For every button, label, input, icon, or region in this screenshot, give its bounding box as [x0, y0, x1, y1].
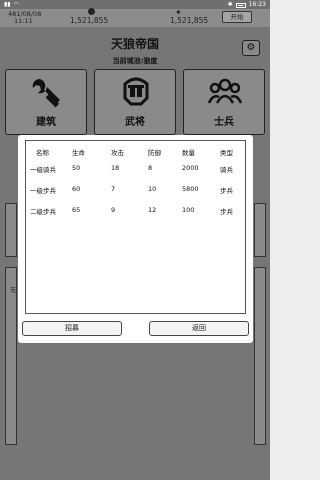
- right-log-edge: [254, 267, 266, 445]
- row-atk: 18: [111, 164, 120, 172]
- col-count: 数量: [182, 149, 195, 157]
- col-name: 名称: [36, 149, 49, 157]
- table-row[interactable]: 二级步兵 65 9 12 100 步兵: [26, 206, 245, 216]
- helmet-icon: [123, 77, 149, 106]
- soldier-dialog: 名称 生命 攻击 防御 数量 类型 一级骑兵 50 18 8 2000 骑兵 一…: [18, 135, 253, 343]
- card-building-label: 建筑: [36, 117, 56, 128]
- table-row[interactable]: 一级步兵 60 7 10 5800 步兵: [26, 185, 245, 195]
- card-building[interactable]: 建筑: [5, 69, 87, 135]
- status-bar: ▮▮ ◠ ✱ 16:23: [0, 0, 270, 9]
- row-hp: 60: [72, 185, 81, 193]
- row-hp: 50: [72, 164, 81, 172]
- coin-icon: [88, 8, 95, 15]
- card-general-label: 武将: [125, 117, 145, 128]
- page-title: 天狼帝国: [110, 37, 159, 51]
- soldier-table: 名称 生命 攻击 防御 数量 类型 一级骑兵 50 18 8 2000 骑兵 一…: [25, 140, 246, 314]
- row-def: 10: [148, 185, 157, 193]
- col-hp: 生命: [72, 149, 85, 157]
- row-atk: 7: [111, 185, 116, 193]
- card-general[interactable]: 武将: [94, 69, 176, 135]
- log-text: 无: [10, 287, 17, 294]
- table-row[interactable]: 一级骑兵 50 18 8 2000 骑兵: [26, 164, 245, 174]
- col-def: 防御: [148, 149, 161, 157]
- row-def: 8: [148, 164, 153, 172]
- left-panel-edge: [5, 203, 17, 257]
- row-name: 二级步兵: [30, 208, 56, 216]
- settings-button[interactable]: ⚙: [242, 40, 260, 56]
- game-header: 481/08/08 11:11 1,521,855 ✦ 1,521,855 开始: [0, 8, 270, 27]
- status-right: ✱ 16:23: [228, 0, 266, 9]
- col-atk: 攻击: [111, 149, 124, 157]
- col-type: 类型: [220, 149, 233, 157]
- time-text: 11:11: [14, 17, 33, 25]
- table-header: 名称 生命 攻击 防御 数量 类型: [26, 147, 245, 157]
- resource-food: 1,521,855: [170, 16, 209, 25]
- people-icon: [208, 78, 242, 104]
- game-date: 481/08/08 11:11: [8, 11, 41, 25]
- back-button[interactable]: 返回: [149, 321, 249, 336]
- bluetooth-icon: ✱: [227, 1, 233, 8]
- row-count: 5800: [182, 185, 199, 193]
- start-button[interactable]: 开始: [222, 11, 252, 23]
- card-soldier[interactable]: 士兵: [183, 69, 265, 135]
- signal-icon: ▮▮: [4, 1, 11, 8]
- current-city: 当前城池:狼度: [112, 57, 158, 65]
- row-type: 步兵: [220, 208, 233, 216]
- wrench-icon: [32, 79, 60, 108]
- status-left: ▮▮ ◠: [4, 0, 19, 9]
- row-type: 步兵: [220, 187, 233, 195]
- card-soldier-label: 士兵: [214, 117, 234, 128]
- gear-icon: ⚙: [246, 42, 256, 53]
- row-def: 12: [148, 206, 157, 214]
- row-count: 2000: [182, 164, 199, 172]
- right-panel-edge: [254, 203, 266, 257]
- resource-gold: 1,521,855: [70, 16, 109, 25]
- row-hp: 65: [72, 206, 81, 214]
- battery-icon: [235, 3, 246, 8]
- status-time: 16:23: [248, 1, 266, 8]
- row-count: 100: [182, 206, 195, 214]
- game-screen: ▮▮ ◠ ✱ 16:23 481/08/08 11:11 1,521,855 ✦…: [0, 0, 270, 480]
- recruit-button[interactable]: 招募: [22, 321, 122, 336]
- row-type: 骑兵: [220, 166, 233, 174]
- row-name: 一级步兵: [30, 187, 56, 195]
- wifi-icon: ◠: [13, 1, 19, 8]
- row-name: 一级骑兵: [30, 166, 56, 174]
- row-atk: 9: [111, 206, 116, 214]
